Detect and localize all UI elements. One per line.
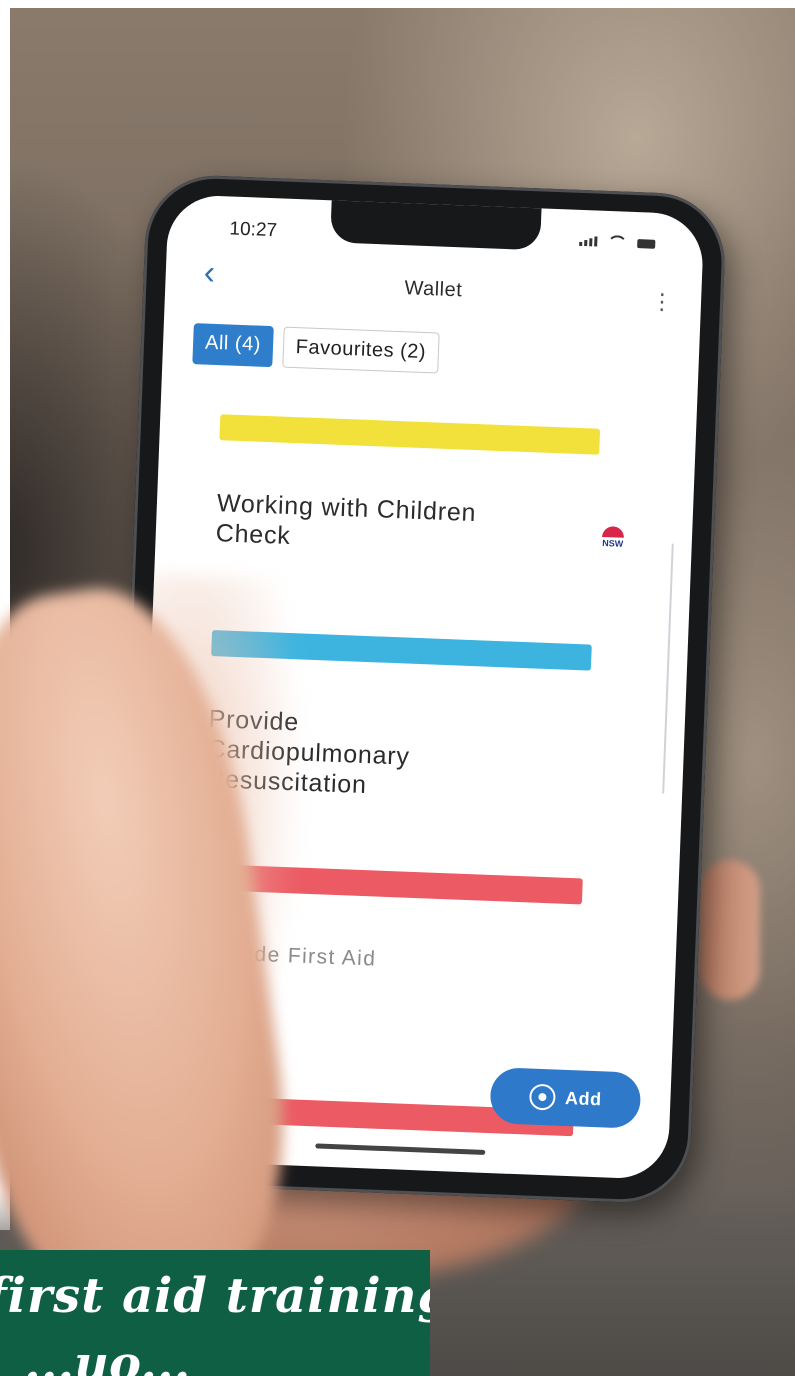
caption-banner: first aid training ...uo...: [0, 1250, 430, 1376]
tab-all[interactable]: All (4): [192, 323, 274, 368]
add-button[interactable]: Add: [489, 1067, 642, 1129]
filter-tabs: All (4) Favourites (2): [192, 323, 440, 374]
cellular-signal-icon: [579, 236, 598, 247]
add-circle-icon: [528, 1083, 556, 1111]
banner-text-line2: ...uo...: [24, 1336, 191, 1376]
home-indicator[interactable]: [315, 1143, 486, 1155]
more-vertical-icon[interactable]: ⋮: [651, 289, 674, 315]
phone-notch: [330, 198, 542, 251]
status-icons: [579, 234, 656, 251]
card-color-band: [219, 414, 601, 455]
wifi-icon: [607, 234, 628, 250]
status-time: 10:27: [229, 218, 278, 242]
battery-icon: [637, 238, 656, 249]
page-title: Wallet: [404, 277, 463, 302]
banner-text: first aid training: [0, 1268, 430, 1324]
nsw-logo-icon: NSW: [596, 522, 631, 549]
card-title: Working with Children Check: [215, 489, 477, 550]
frame-edge-top: [0, 0, 795, 8]
add-button-label: Add: [564, 1087, 603, 1109]
scrollbar[interactable]: [662, 543, 674, 794]
hand-finger-right: [700, 860, 760, 1000]
credential-card[interactable]: Working with Children Check NSW: [215, 414, 625, 562]
tab-favourites[interactable]: Favourites (2): [281, 326, 440, 374]
nsw-badge-text: NSW: [602, 537, 624, 549]
